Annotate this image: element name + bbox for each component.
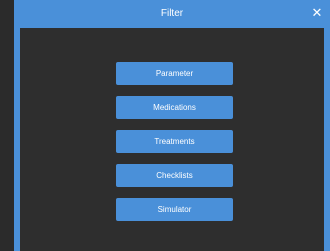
- filter-content: Parameter Medications Treatments Checkli…: [20, 28, 324, 251]
- simulator-button[interactable]: Simulator: [116, 198, 233, 221]
- medications-button[interactable]: Medications: [116, 96, 233, 119]
- close-button[interactable]: ✕: [308, 4, 326, 22]
- title-bar[interactable]: Filter ✕: [14, 0, 330, 28]
- dialog-frame: Filter ✕ Parameter Medications Treatment…: [14, 0, 330, 251]
- checklists-button[interactable]: Checklists: [116, 164, 233, 187]
- treatments-button[interactable]: Treatments: [116, 130, 233, 153]
- filter-window: Filter ✕ Parameter Medications Treatment…: [0, 0, 330, 251]
- parameter-button[interactable]: Parameter: [116, 62, 233, 85]
- left-edge: [0, 0, 14, 251]
- window-title: Filter: [160, 8, 184, 19]
- close-icon: ✕: [311, 5, 323, 20]
